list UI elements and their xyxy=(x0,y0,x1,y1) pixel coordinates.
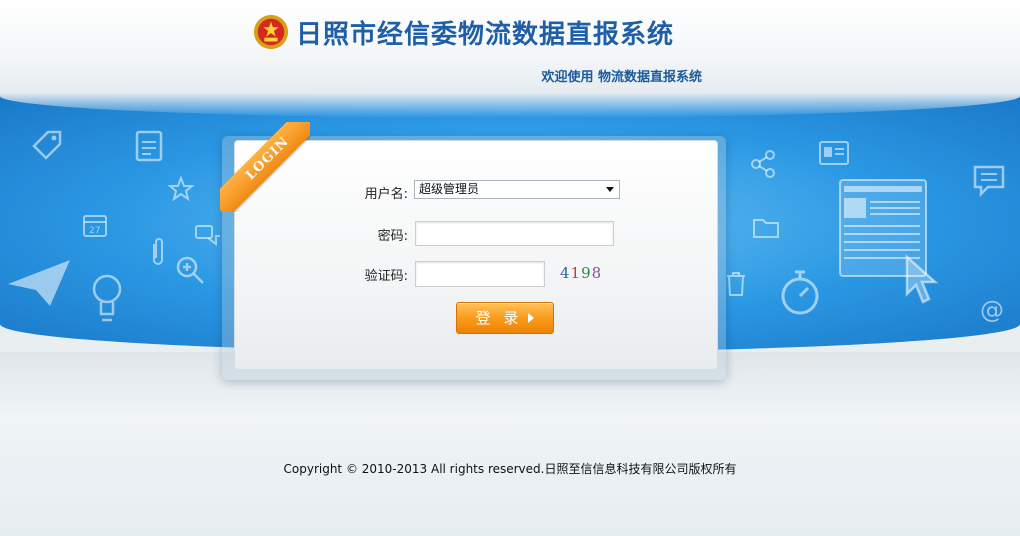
captcha-field[interactable] xyxy=(415,261,545,287)
paperclip-icon xyxy=(150,236,166,266)
logo: 日照市经信委物流数据直报系统 xyxy=(252,10,674,54)
share-icon xyxy=(750,150,776,178)
play-arrow-icon xyxy=(528,313,535,323)
clipboard-icon xyxy=(134,128,166,164)
welcome-text: 欢迎使用 物流数据直报系统 xyxy=(541,70,702,85)
captcha-digit: 1 xyxy=(570,264,582,282)
emblem-icon xyxy=(253,14,289,50)
calendar-icon: 27 xyxy=(82,212,108,238)
copyright-footer: Copyright © 2010-2013 All rights reserve… xyxy=(283,462,737,476)
id-card-icon xyxy=(818,140,850,166)
header-area: 日照市经信委物流数据直报系统 欢迎使用 物流数据直报系统 xyxy=(0,0,1020,100)
captcha-image[interactable]: 4198 xyxy=(560,264,610,284)
cursor-icon xyxy=(904,254,940,306)
password-label: 密码: xyxy=(377,229,408,244)
zoom-in-icon xyxy=(174,254,206,286)
username-select[interactable]: 超级管理员 xyxy=(414,180,620,199)
site-title: 日照市经信委物流数据直报系统 xyxy=(296,19,675,50)
username-selected-value: 超级管理员 xyxy=(419,182,480,196)
trash-icon xyxy=(724,270,748,298)
lightbulb-icon xyxy=(90,272,124,328)
login-ribbon-text: LOGIN xyxy=(220,122,310,212)
folder-icon xyxy=(752,216,780,240)
login-button[interactable]: 登 录 xyxy=(456,302,554,334)
login-ribbon: LOGIN xyxy=(220,122,310,212)
captcha-digit: 9 xyxy=(581,264,592,282)
username-label: 用户名: xyxy=(364,187,408,202)
password-field[interactable] xyxy=(415,221,614,246)
stopwatch-icon xyxy=(778,268,822,318)
svg-text:27: 27 xyxy=(89,226,100,236)
at-icon: @ xyxy=(978,296,1006,324)
chevron-down-icon xyxy=(606,187,614,192)
svg-text:@: @ xyxy=(980,296,1004,324)
captcha-digit: 8 xyxy=(591,264,603,282)
chat-icon xyxy=(194,224,222,248)
login-button-label: 登 录 xyxy=(475,309,523,327)
star-icon xyxy=(168,176,194,202)
captcha-digit: 4 xyxy=(560,264,571,282)
captcha-label: 验证码: xyxy=(364,269,408,284)
tag-icon xyxy=(30,128,64,162)
message-icon xyxy=(972,164,1006,198)
paper-plane-icon xyxy=(6,258,72,308)
